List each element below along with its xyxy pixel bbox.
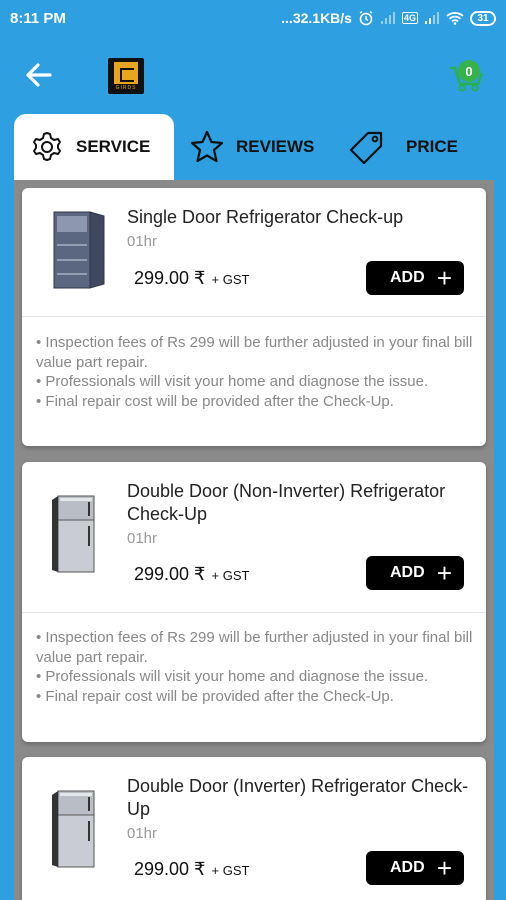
note-item: • Final repair cost will be provided aft…	[36, 688, 394, 706]
cart-button[interactable]: 0	[448, 54, 488, 94]
card-divider	[22, 612, 486, 613]
service-title: Single Door Refrigerator Check-up	[127, 207, 404, 227]
signal-icon-2	[425, 12, 439, 24]
service-notes: • Inspection fees of Rs 299 will be furt…	[36, 628, 474, 707]
service-price: 299.00 ₹ + GST	[134, 268, 249, 289]
arrow-left-icon	[26, 63, 52, 87]
service-title: Double Door (Inverter) Refrigerator Chec…	[127, 776, 469, 819]
status-time: 8:11 PM	[10, 9, 66, 27]
single-door-fridge-image	[53, 211, 105, 289]
card-divider	[22, 316, 486, 317]
note-item: • Professionals will visit your home and…	[36, 373, 429, 391]
network-speed: ...32.1KB/s	[281, 10, 352, 26]
double-door-fridge-image	[52, 790, 95, 868]
battery-level: 31	[477, 12, 489, 24]
service-card: Double Door (Non-Inverter) Refrigerator …	[22, 462, 486, 742]
status-icons: ...32.1KB/s 4G 31	[281, 10, 496, 26]
add-button-label: ADD	[390, 859, 425, 876]
double-door-fridge-image	[52, 495, 95, 573]
tab-price-label: PRICE	[406, 137, 458, 156]
plus-icon: +	[436, 853, 452, 883]
tab-reviews[interactable]: REVIEWS	[190, 114, 314, 180]
service-title: Double Door (Non-Inverter) Refrigerator …	[127, 481, 446, 524]
tab-service[interactable]: SERVICE	[14, 114, 174, 180]
star-icon	[190, 130, 224, 163]
cart-count-badge: 0	[458, 60, 480, 82]
logo-text: GIRDS	[115, 84, 137, 91]
tab-bar: SERVICE REVIEWS PRICE	[0, 114, 506, 180]
add-button[interactable]: ADD +	[366, 556, 464, 590]
add-button[interactable]: ADD +	[366, 261, 464, 295]
service-duration: 01hr	[127, 530, 158, 547]
alarm-icon	[359, 10, 373, 26]
app-logo: GIRDS	[108, 58, 144, 94]
back-button[interactable]	[22, 60, 56, 90]
gst-label: + GST	[211, 272, 250, 287]
note-item: • Professionals will visit your home and…	[36, 668, 429, 686]
tab-price[interactable]: PRICE	[348, 114, 458, 180]
service-list[interactable]: Single Door Refrigerator Check-up 01hr 2…	[14, 180, 494, 900]
service-price: 299.00 ₹ + GST	[134, 564, 249, 585]
battery-icon: 31	[470, 10, 496, 26]
price-value: 299.00 ₹	[134, 268, 206, 288]
network-type-badge: 4G	[401, 12, 418, 24]
service-card: Single Door Refrigerator Check-up 01hr 2…	[22, 188, 486, 446]
plus-icon: +	[436, 558, 452, 588]
gear-icon	[33, 132, 61, 161]
add-button[interactable]: ADD +	[366, 851, 464, 885]
add-button-label: ADD	[390, 269, 425, 286]
wifi-icon	[446, 12, 464, 25]
signal-icon	[380, 12, 395, 24]
add-button-label: ADD	[390, 564, 425, 581]
status-bar: 8:11 PM ...32.1KB/s 4G 31	[0, 0, 506, 36]
price-value: 299.00 ₹	[134, 564, 206, 584]
service-notes: • Inspection fees of Rs 299 will be furt…	[36, 333, 474, 412]
logo-mark	[114, 61, 138, 84]
tab-reviews-label: REVIEWS	[236, 137, 315, 156]
service-card: Double Door (Inverter) Refrigerator Chec…	[22, 757, 486, 900]
gst-label: + GST	[211, 568, 250, 583]
service-duration: 01hr	[127, 825, 158, 842]
note-item: • Inspection fees of Rs 299 will be furt…	[36, 629, 473, 666]
price-value: 299.00 ₹	[134, 859, 206, 879]
tab-service-label: SERVICE	[76, 137, 151, 156]
gst-label: + GST	[211, 863, 250, 878]
app-bar: GIRDS 0	[0, 36, 506, 114]
note-item: • Inspection fees of Rs 299 will be furt…	[36, 334, 473, 371]
plus-icon: +	[436, 263, 452, 293]
service-duration: 01hr	[127, 233, 158, 250]
note-item: • Final repair cost will be provided aft…	[36, 393, 394, 411]
service-price: 299.00 ₹ + GST	[134, 859, 249, 880]
price-tag-icon	[349, 131, 383, 164]
